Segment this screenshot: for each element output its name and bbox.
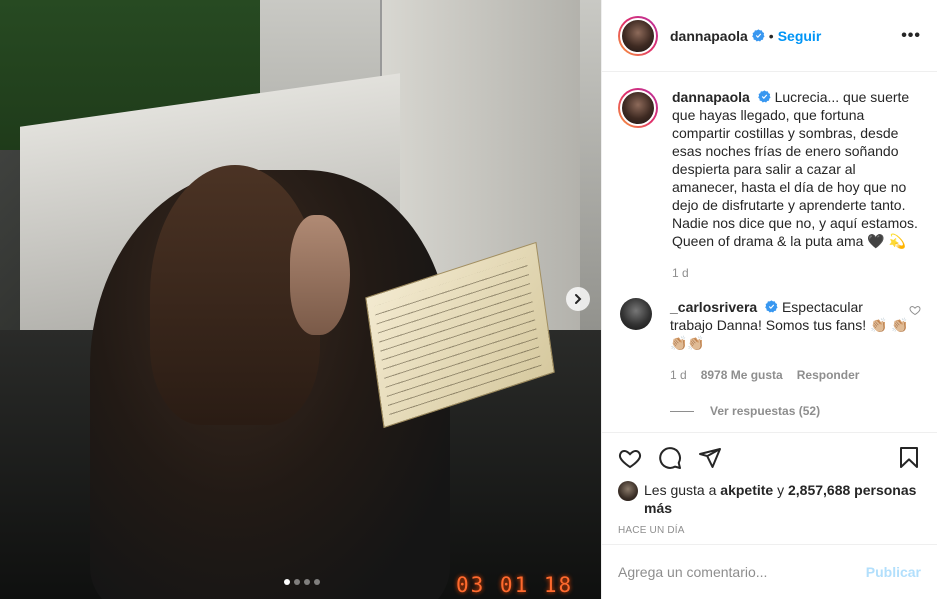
save-icon[interactable]: [897, 446, 921, 470]
view-replies-button[interactable]: Ver respuestas (52): [670, 404, 921, 418]
date-stamp: 03 01 18: [456, 573, 574, 597]
author-username[interactable]: dannapaola: [670, 28, 748, 44]
caption-username[interactable]: dannapaola: [672, 89, 750, 105]
verified-icon: [757, 90, 771, 103]
carousel-dot: [284, 579, 290, 585]
separator: •: [768, 27, 774, 44]
carousel-dot: [294, 579, 300, 585]
more-icon[interactable]: •••: [901, 27, 921, 45]
reply-button[interactable]: Responder: [797, 368, 860, 382]
caption-text: Lucrecia... que suerte que hayas llegado…: [672, 89, 918, 249]
comment-icon[interactable]: [658, 446, 682, 470]
commenter-avatar[interactable]: [620, 298, 652, 330]
post-panel: dannapaola • Seguir ••• dannapaola Lucre…: [601, 0, 937, 599]
comment-like-icon[interactable]: [909, 304, 921, 316]
post-photo[interactable]: 03 01 18: [0, 0, 601, 599]
add-comment-bar: Publicar: [602, 544, 937, 599]
liker-avatar[interactable]: [618, 481, 638, 501]
author-avatar[interactable]: [618, 15, 658, 56]
comment-input[interactable]: [618, 564, 866, 580]
caption: dannapaola Lucrecia... que suerte que ha…: [618, 88, 921, 280]
replies-divider: [670, 410, 694, 412]
heart-icon[interactable]: [618, 446, 642, 470]
post-header: dannapaola • Seguir •••: [602, 0, 937, 72]
caption-avatar[interactable]: [618, 88, 658, 128]
verified-icon: [751, 29, 765, 42]
comments-section: dannapaola Lucrecia... que suerte que ha…: [602, 72, 937, 432]
follow-button[interactable]: Seguir: [778, 28, 822, 44]
chevron-right-icon: [575, 294, 582, 304]
carousel-dot: [314, 579, 320, 585]
liker-username[interactable]: akpetite: [720, 482, 773, 498]
post-actions: Les gusta a akpetite y 2,857,688 persona…: [602, 432, 937, 536]
share-icon[interactable]: [698, 446, 722, 470]
carousel-dot: [304, 579, 310, 585]
comment-item: _carlosrivera Espectacular trabajo Danna…: [618, 298, 921, 382]
view-replies-label: Ver respuestas (52): [710, 404, 821, 418]
next-slide-button[interactable]: [566, 287, 590, 311]
publish-button[interactable]: Publicar: [866, 564, 921, 580]
likes-summary: Les gusta a akpetite y 2,857,688 persona…: [618, 481, 921, 517]
comment-time[interactable]: 1 d: [670, 368, 687, 382]
post-timestamp[interactable]: HACE UN DÍA: [618, 525, 921, 536]
commenter-username[interactable]: _carlosrivera: [670, 299, 757, 315]
comment-likes[interactable]: 8978 Me gusta: [701, 368, 783, 382]
caption-time[interactable]: 1 d: [672, 266, 689, 280]
carousel-dots: [284, 579, 320, 585]
verified-icon: [765, 300, 778, 313]
